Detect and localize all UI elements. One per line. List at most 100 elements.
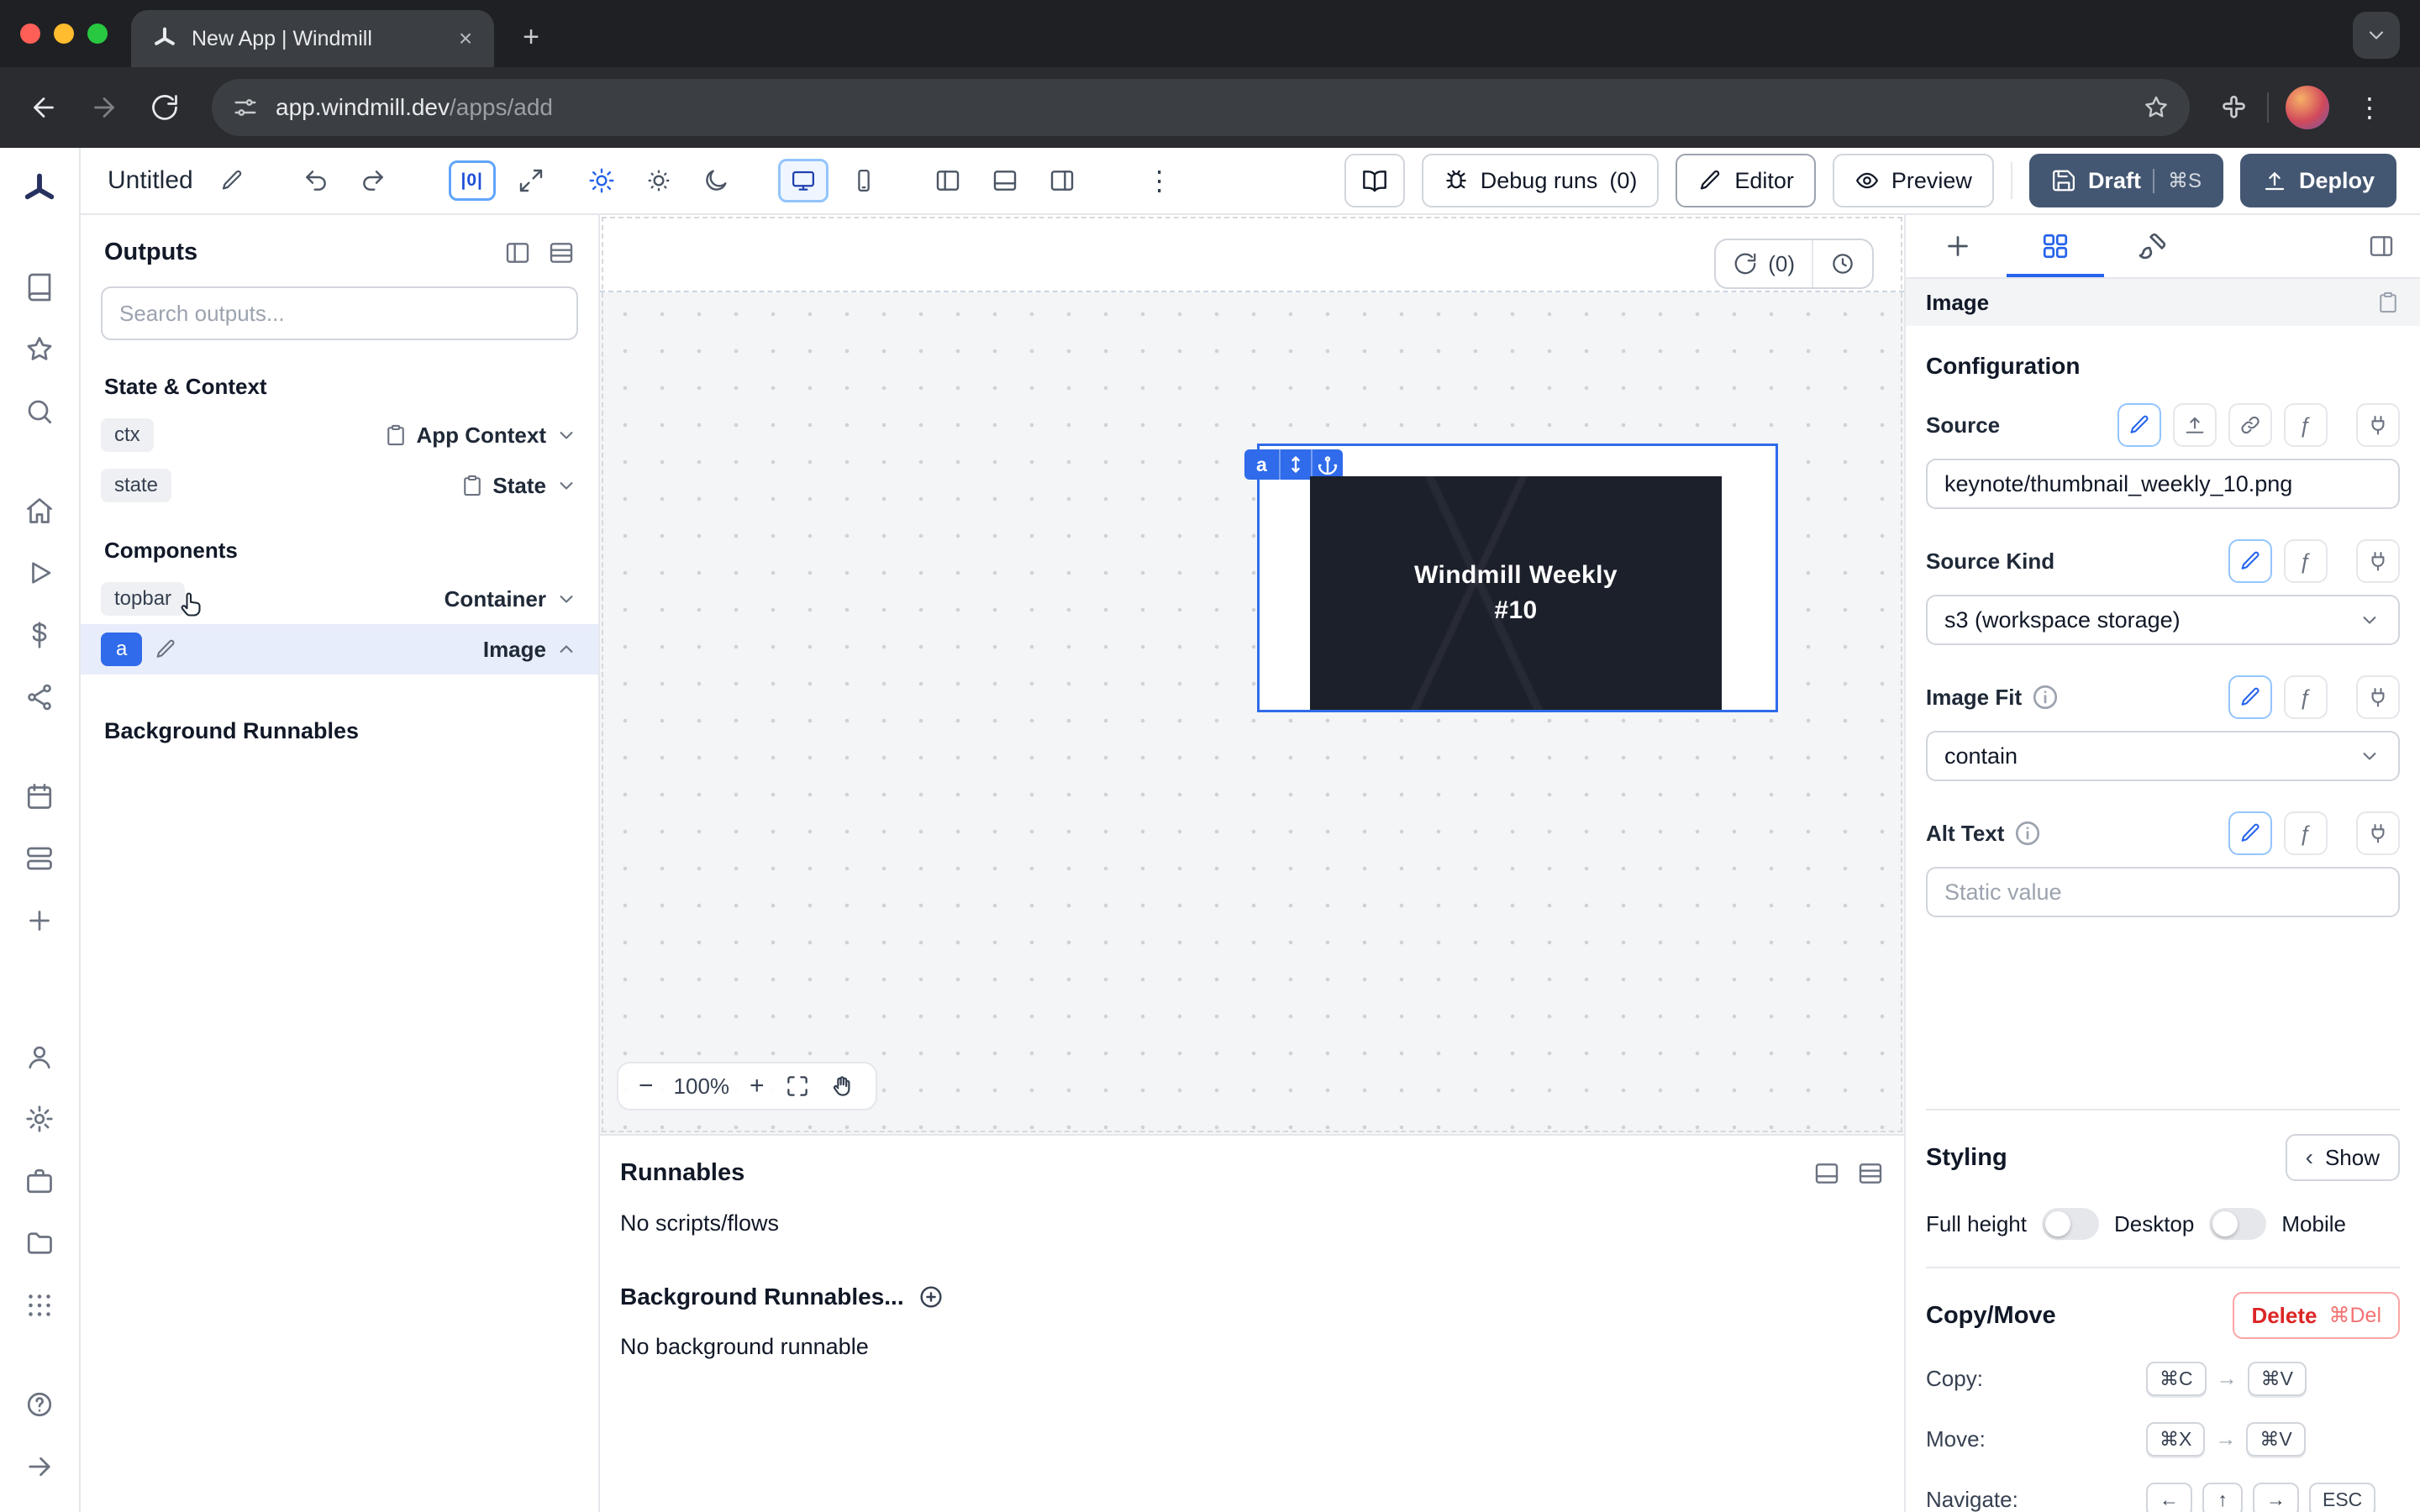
rail-folders-button[interactable] bbox=[13, 1218, 66, 1268]
source-upload-button[interactable] bbox=[2173, 403, 2217, 447]
mobile-full-height-toggle[interactable] bbox=[2209, 1208, 2266, 1240]
collapse-inspector-button[interactable] bbox=[2346, 215, 2417, 277]
address-bar[interactable]: app.windmill.dev/apps/add bbox=[212, 79, 2190, 136]
theme-tab[interactable] bbox=[2104, 215, 2202, 277]
add-background-runnable-button[interactable] bbox=[918, 1284, 944, 1310]
output-row-a[interactable]: a Image bbox=[81, 624, 598, 675]
docs-button[interactable] bbox=[1344, 154, 1405, 207]
outputs-list-button[interactable] bbox=[548, 239, 575, 266]
source-kind-eval-button[interactable]: ƒ bbox=[2284, 539, 2328, 583]
source-link-button[interactable] bbox=[2228, 403, 2272, 447]
rail-create-button[interactable] bbox=[13, 895, 66, 946]
toggle-right-panel-button[interactable] bbox=[1040, 159, 1084, 202]
alt-text-input[interactable] bbox=[1926, 867, 2400, 917]
styling-show-button[interactable]: ‹ Show bbox=[2286, 1134, 2400, 1181]
deploy-button[interactable]: Deploy bbox=[2240, 154, 2396, 207]
rail-variables-button[interactable] bbox=[13, 610, 66, 660]
zoom-fit-button[interactable] bbox=[785, 1074, 810, 1099]
source-connect-button[interactable] bbox=[2356, 403, 2400, 447]
preview-tab-button[interactable]: Preview bbox=[1833, 154, 1994, 207]
alt-text-connect-button[interactable] bbox=[2356, 811, 2400, 855]
output-row-topbar[interactable]: topbar Container bbox=[81, 574, 598, 624]
topbar-container-component[interactable] bbox=[600, 215, 1904, 292]
profile-avatar[interactable] bbox=[2286, 86, 2329, 129]
app-canvas[interactable]: (0) a bbox=[600, 215, 1904, 1134]
output-row-state[interactable]: state State bbox=[81, 460, 598, 511]
browser-menu-button[interactable]: ⋮ bbox=[2346, 92, 2393, 123]
source-kind-select[interactable]: s3 (workspace storage) bbox=[1926, 595, 2400, 645]
rail-favorites-button[interactable] bbox=[13, 324, 66, 375]
mobile-view-toggle[interactable] bbox=[842, 159, 886, 202]
forward-button[interactable] bbox=[77, 81, 131, 134]
reload-button[interactable] bbox=[138, 81, 192, 134]
header-menu-button[interactable]: ⋮ bbox=[1138, 159, 1181, 202]
tab-close-button[interactable]: × bbox=[450, 24, 481, 54]
rail-resources-button[interactable] bbox=[13, 672, 66, 722]
image-fit-static-button[interactable] bbox=[2228, 675, 2272, 719]
draft-button[interactable]: Draft ⌘S bbox=[2029, 154, 2223, 207]
rail-workspace-button[interactable] bbox=[13, 1156, 66, 1206]
outputs-dock-button[interactable] bbox=[504, 239, 531, 266]
toggle-left-panel-button[interactable] bbox=[926, 159, 970, 202]
pan-button[interactable] bbox=[830, 1074, 855, 1099]
source-eval-button[interactable]: ƒ bbox=[2284, 403, 2328, 447]
rail-runs-button[interactable] bbox=[13, 548, 66, 598]
redo-button[interactable] bbox=[351, 159, 395, 202]
rail-settings-button[interactable] bbox=[13, 1094, 66, 1144]
debug-runs-button[interactable]: Debug runs (0) bbox=[1422, 154, 1660, 207]
refresh-runs-button[interactable]: (0) bbox=[1716, 240, 1812, 287]
image-fit-connect-button[interactable] bbox=[2356, 675, 2400, 719]
close-window-button[interactable] bbox=[20, 24, 40, 44]
tab-search-button[interactable] bbox=[2353, 12, 2400, 59]
history-button[interactable] bbox=[1813, 240, 1872, 287]
rename-app-button[interactable] bbox=[210, 159, 254, 202]
fullscreen-canvas-button[interactable] bbox=[509, 159, 553, 202]
undo-button[interactable] bbox=[294, 159, 338, 202]
runnables-dock-button[interactable] bbox=[1813, 1160, 1840, 1187]
toggle-bottom-panel-button[interactable] bbox=[983, 159, 1027, 202]
rail-docs-button[interactable] bbox=[13, 262, 66, 312]
grid-align-toggle[interactable]: |0| bbox=[449, 160, 496, 201]
image-fit-eval-button[interactable]: ƒ bbox=[2284, 675, 2328, 719]
anchor-component-button[interactable] bbox=[1311, 449, 1343, 480]
rename-component-button[interactable] bbox=[154, 638, 177, 661]
output-row-ctx[interactable]: ctx App Context bbox=[81, 410, 598, 460]
back-button[interactable] bbox=[17, 81, 71, 134]
settings-tab[interactable] bbox=[2007, 215, 2104, 277]
source-kind-connect-button[interactable] bbox=[2356, 539, 2400, 583]
insert-tab[interactable] bbox=[1909, 215, 2007, 277]
source-static-button[interactable] bbox=[2118, 403, 2161, 447]
rail-help-button[interactable] bbox=[13, 1379, 66, 1430]
source-kind-static-button[interactable] bbox=[2228, 539, 2272, 583]
theme-light-button[interactable] bbox=[580, 159, 623, 202]
editor-tab-button[interactable]: Editor bbox=[1676, 154, 1816, 207]
outputs-search-input[interactable] bbox=[101, 286, 578, 340]
browser-tab[interactable]: New App | Windmill × bbox=[131, 10, 494, 67]
desktop-full-height-toggle[interactable] bbox=[2042, 1208, 2099, 1240]
extensions-button[interactable] bbox=[2220, 92, 2250, 123]
zoom-window-button[interactable] bbox=[87, 24, 108, 44]
windmill-logo[interactable] bbox=[13, 165, 66, 215]
rail-workers-button[interactable] bbox=[13, 833, 66, 884]
rail-schedules-button[interactable] bbox=[13, 771, 66, 822]
component-doc-button[interactable] bbox=[2376, 291, 2400, 314]
zoom-in-button[interactable]: + bbox=[750, 1072, 765, 1100]
alt-text-static-button[interactable] bbox=[2228, 811, 2272, 855]
rail-search-button[interactable] bbox=[13, 386, 66, 437]
zoom-out-button[interactable]: − bbox=[639, 1072, 654, 1100]
image-component-a[interactable]: a Windmill Weekly #10 bbox=[1257, 444, 1778, 712]
delete-component-button[interactable]: Delete ⌘Del bbox=[2233, 1292, 2400, 1339]
theme-dark-button[interactable] bbox=[694, 159, 738, 202]
rail-expand-button[interactable] bbox=[13, 1441, 66, 1492]
rail-apps-button[interactable] bbox=[13, 1280, 66, 1331]
theme-auto-button[interactable] bbox=[637, 159, 681, 202]
expand-component-button[interactable] bbox=[1279, 449, 1311, 480]
runnables-list-button[interactable] bbox=[1857, 1160, 1884, 1187]
minimize-window-button[interactable] bbox=[54, 24, 74, 44]
source-input[interactable] bbox=[1926, 459, 2400, 509]
new-tab-button[interactable]: + bbox=[508, 13, 555, 60]
alt-text-eval-button[interactable]: ƒ bbox=[2284, 811, 2328, 855]
image-fit-select[interactable]: contain bbox=[1926, 731, 2400, 781]
rail-user-button[interactable] bbox=[13, 1032, 66, 1082]
bookmark-star-button[interactable] bbox=[2143, 94, 2170, 121]
